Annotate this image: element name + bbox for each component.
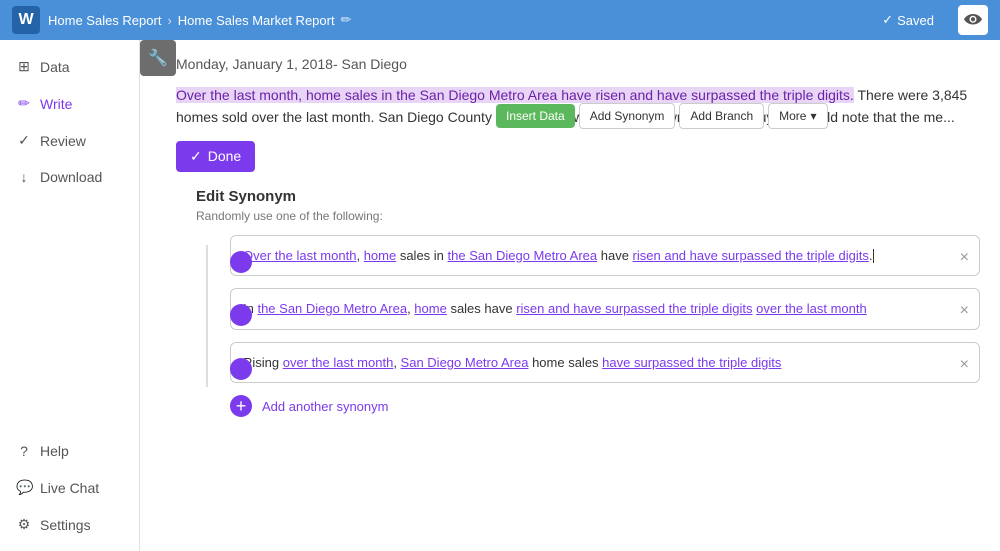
write-icon: ✏ — [16, 95, 32, 112]
settings-icon: ⚙ — [16, 516, 32, 533]
edit-synonym-title: Edit Synonym — [196, 188, 980, 205]
synonym-row: Rising over the last month, San Diego Me… — [230, 342, 980, 384]
add-synonym-row[interactable]: + Add another synonym — [230, 395, 980, 417]
add-branch-button[interactable]: Add Branch — [679, 103, 764, 129]
checkmark-icon: ✓ — [190, 148, 202, 165]
chat-icon: 💬 — [16, 479, 32, 496]
synonym-box-1[interactable]: Over the last month, home sales in the S… — [230, 235, 980, 277]
breadcrumb: Home Sales Report › Home Sales Market Re… — [48, 12, 351, 28]
help-icon: ? — [16, 443, 32, 459]
edit-synonym-panel: Edit Synonym Randomly use one of the fol… — [176, 188, 980, 418]
synonym-box-2[interactable]: In the San Diego Metro Area, home sales … — [230, 288, 980, 330]
saved-check-icon: ✓ — [882, 12, 893, 28]
synonym-dot-1 — [230, 251, 252, 273]
header: W Home Sales Report › Home Sales Market … — [0, 0, 1000, 40]
close-synonym-3-button[interactable]: × — [960, 353, 969, 377]
synonym-row: Over the last month, home sales in the S… — [230, 235, 980, 277]
highlighted-text: Over the last month, home sales in the S… — [176, 87, 854, 103]
tool-button[interactable]: 🔧 — [140, 40, 176, 76]
insert-data-button[interactable]: Insert Data — [496, 104, 575, 128]
app-logo[interactable]: W — [12, 6, 40, 34]
wrench-icon: 🔧 — [148, 48, 168, 68]
edit-synonym-subtitle: Randomly use one of the following: — [196, 209, 980, 223]
inline-toolbar: Insert Data Add Synonym Add Branch More … — [496, 103, 828, 129]
text-cursor — [873, 249, 874, 263]
synonym-box-3[interactable]: Rising over the last month, San Diego Me… — [230, 342, 980, 384]
sidebar-item-review[interactable]: ✓ Review — [0, 122, 139, 159]
sidebar-item-data[interactable]: ⊞ Data — [0, 48, 139, 85]
preview-button[interactable] — [958, 5, 988, 35]
done-button[interactable]: ✓ Done — [176, 141, 255, 172]
close-synonym-1-button[interactable]: × — [960, 246, 969, 270]
breadcrumb-home[interactable]: Home Sales Report — [48, 13, 161, 28]
add-synonym-label[interactable]: Add another synonym — [262, 399, 388, 414]
sidebar-item-write[interactable]: ✏ Write — [0, 85, 139, 122]
download-icon: ↓ — [16, 169, 32, 185]
synonym-dot-3 — [230, 358, 252, 380]
edit-title-icon[interactable]: ✏ — [341, 12, 352, 28]
synonym-row: In the San Diego Metro Area, home sales … — [230, 288, 980, 330]
sidebar-item-help[interactable]: ? Help — [0, 433, 139, 469]
add-synonym-button[interactable]: + — [230, 395, 252, 417]
breadcrumb-current[interactable]: Home Sales Market Report — [178, 13, 335, 28]
grid-icon: ⊞ — [16, 58, 32, 75]
chevron-down-icon: ▾ — [810, 109, 816, 123]
add-synonym-button[interactable]: Add Synonym — [579, 103, 676, 129]
sidebar: ⊞ Data ✏ Write ✓ Review ↓ Download ? Hel… — [0, 40, 140, 551]
sidebar-item-live-chat[interactable]: 💬 Live Chat — [0, 469, 139, 506]
close-synonym-2-button[interactable]: × — [960, 299, 969, 323]
date-line: Monday, January 1, 2018- San Diego — [176, 56, 980, 72]
saved-status: ✓ Saved — [882, 12, 934, 28]
sidebar-item-settings[interactable]: ⚙ Settings — [0, 506, 139, 543]
breadcrumb-separator: › — [167, 13, 171, 28]
main-content: Monday, January 1, 2018- San Diego Over … — [140, 40, 1000, 551]
review-icon: ✓ — [16, 132, 32, 149]
sidebar-item-download[interactable]: ↓ Download — [0, 159, 139, 195]
more-button[interactable]: More ▾ — [768, 103, 827, 129]
